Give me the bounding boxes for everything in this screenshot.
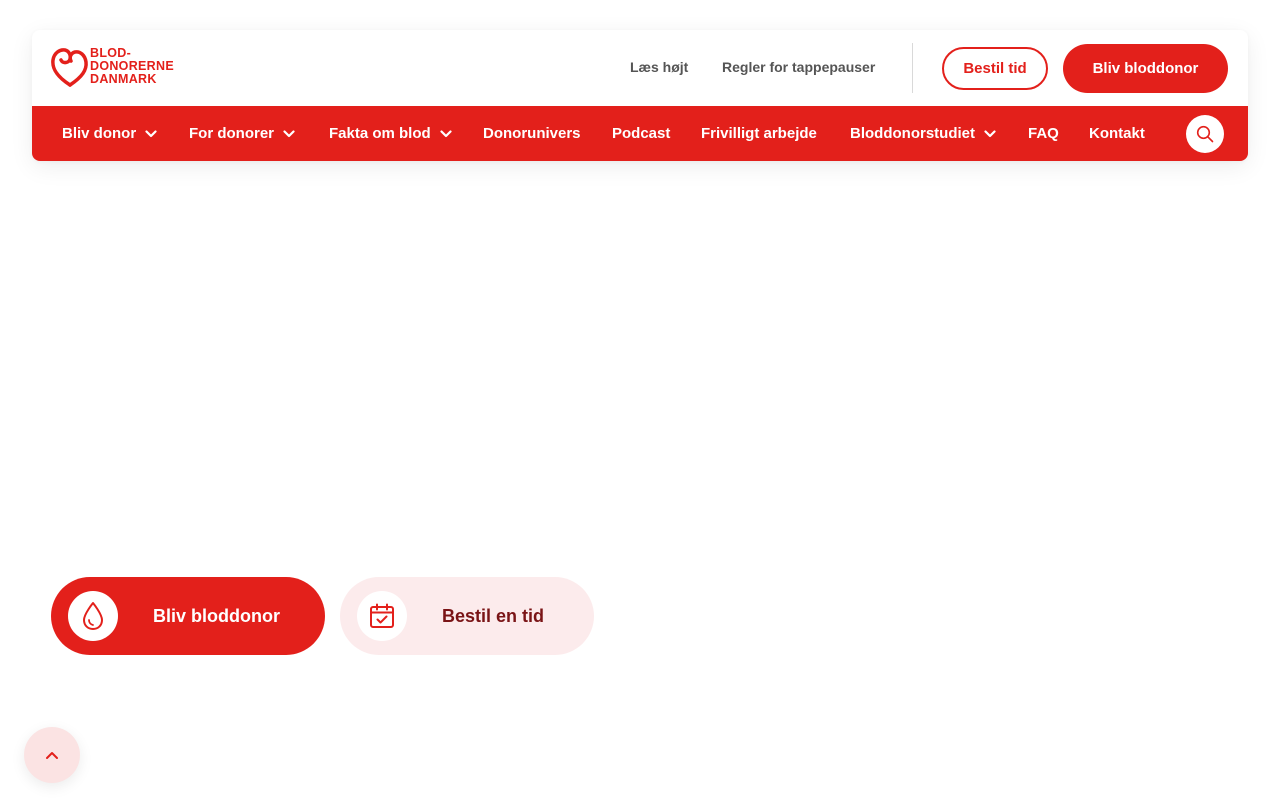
chevron-down-icon [283, 129, 295, 137]
nav-item-frivilligt-arbejde[interactable]: Frivilligt arbejde [701, 106, 817, 161]
blood-drop-icon [68, 591, 118, 641]
nav-item-label: Kontakt [1089, 125, 1145, 142]
become-donor-button[interactable]: Bliv bloddonor [1063, 44, 1228, 93]
search-button[interactable] [1186, 115, 1224, 153]
search-icon [1196, 125, 1214, 143]
nav-item-label: Podcast [612, 125, 671, 142]
read-aloud-link[interactable]: Læs højt [630, 59, 688, 75]
nav-item-donorunivers[interactable]: Donorunivers [483, 106, 581, 161]
main-nav: Bliv donor For donorer Fakta om blod Don… [32, 106, 1248, 161]
nav-item-kontakt[interactable]: Kontakt [1089, 106, 1145, 161]
book-appointment-cta[interactable]: Bestil en tid [340, 577, 594, 655]
chevron-down-icon [984, 129, 996, 137]
nav-item-label: Fakta om blod [329, 125, 431, 142]
nav-item-bloddonorstudiet[interactable]: Bloddonorstudiet [850, 106, 996, 161]
nav-item-label: Bloddonorstudiet [850, 125, 975, 142]
logo-text: BLOD- DONORERNE DANMARK [90, 46, 174, 86]
heart-logo-icon [51, 48, 88, 87]
nav-item-for-donorer[interactable]: For donorer [189, 106, 295, 161]
nav-item-label: For donorer [189, 125, 274, 142]
site-header: BLOD- DONORERNE DANMARK Læs højt Regler … [32, 30, 1248, 161]
cta-label: Bestil en tid [442, 605, 545, 626]
nav-item-label: Donorunivers [483, 125, 581, 142]
donation-breaks-link[interactable]: Regler for tappepauser [722, 59, 875, 75]
header-divider [912, 43, 913, 93]
chevron-down-icon [440, 129, 452, 137]
book-time-button[interactable]: Bestil tid [942, 47, 1048, 90]
become-donor-cta[interactable]: Bliv bloddonor [51, 577, 325, 655]
scroll-to-top-button[interactable] [24, 727, 80, 783]
cta-label: Bliv bloddonor [153, 605, 280, 626]
site-logo[interactable]: BLOD- DONORERNE DANMARK [50, 46, 180, 88]
chevron-up-icon [46, 751, 58, 759]
chevron-down-icon [145, 129, 157, 137]
nav-item-faq[interactable]: FAQ [1028, 106, 1059, 161]
header-topbar: BLOD- DONORERNE DANMARK Læs højt Regler … [32, 30, 1248, 106]
nav-item-podcast[interactable]: Podcast [612, 106, 670, 161]
calendar-check-icon [357, 591, 407, 641]
nav-item-label: FAQ [1028, 125, 1059, 142]
nav-item-fakta-om-blod[interactable]: Fakta om blod [329, 106, 452, 161]
nav-item-label: Bliv donor [62, 125, 137, 142]
nav-item-bliv-donor[interactable]: Bliv donor [62, 106, 157, 161]
nav-item-label: Frivilligt arbejde [701, 125, 817, 142]
